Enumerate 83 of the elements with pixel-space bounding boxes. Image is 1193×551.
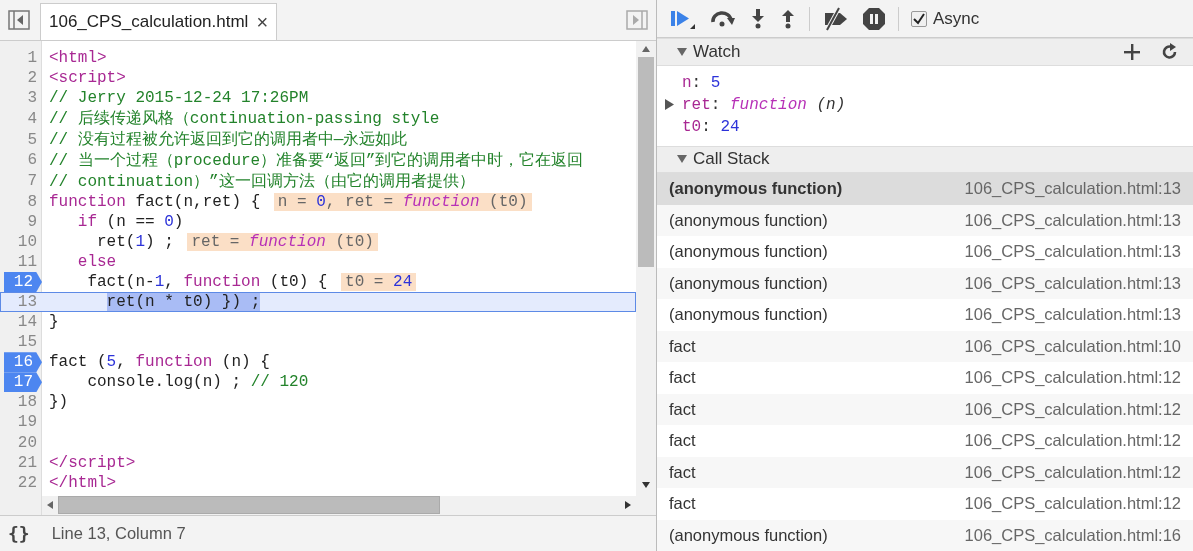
cursor-position: Line 13, Column 7 xyxy=(51,524,186,543)
line-number[interactable]: 1 xyxy=(27,48,42,69)
code-line: </html> xyxy=(49,473,117,492)
code-line: <script> xyxy=(49,69,126,88)
inline-value: ret = function (t0) xyxy=(187,232,378,251)
toggle-debugger-icon[interactable] xyxy=(626,10,648,30)
call-frame[interactable]: (anonymous function) 106_CPS_calculation.html:13 xyxy=(657,267,1193,299)
call-frame[interactable]: (anonymous function) 106_CPS_calculation.html:13 xyxy=(657,204,1193,236)
breakpoint-marker[interactable]: 12 xyxy=(3,272,42,293)
line-number[interactable]: 13 xyxy=(17,292,42,313)
code-line: if (n == 0) xyxy=(76,212,184,231)
horizontal-scrollbar[interactable] xyxy=(42,495,636,515)
breakpoint-marker[interactable]: 16 xyxy=(3,352,42,373)
tab-title: 106_CPS_calculation.html xyxy=(49,12,249,32)
vertical-scrollbar[interactable] xyxy=(636,41,656,515)
line-number[interactable]: 22 xyxy=(17,472,42,493)
line-number[interactable]: 15 xyxy=(17,332,42,353)
line-number[interactable]: 5 xyxy=(27,129,42,150)
call-frame[interactable]: (anonymous function) 106_CPS_calculation.html:13 xyxy=(657,299,1193,331)
line-number[interactable]: 11 xyxy=(17,251,42,272)
pretty-print-button[interactable]: {} xyxy=(8,523,30,544)
line-number[interactable]: 9 xyxy=(27,211,42,232)
watch-expression[interactable]: ret: function (n) xyxy=(682,93,846,116)
call-frame[interactable]: fact 106_CPS_calculation.html:12 xyxy=(657,362,1193,394)
line-number[interactable]: 6 xyxy=(27,150,42,171)
pause-on-exceptions-icon[interactable] xyxy=(862,6,886,31)
call-frame[interactable]: fact 106_CPS_calculation.html:12 xyxy=(657,456,1193,488)
breakpoint-marker[interactable]: 17 xyxy=(3,372,42,393)
line-number[interactable]: 14 xyxy=(17,312,42,333)
code-line: function fact(n,ret) { xyxy=(49,192,262,211)
line-number[interactable]: 20 xyxy=(17,432,42,453)
triangle-icon[interactable] xyxy=(677,154,687,165)
expand-icon[interactable] xyxy=(665,99,674,111)
inline-value: t0 = 24 xyxy=(341,273,417,292)
watch-header[interactable]: Watch xyxy=(657,38,1193,66)
code-line: <html> xyxy=(49,49,107,68)
call-frame[interactable]: fact 106_CPS_calculation.html:10 xyxy=(657,330,1193,362)
code-line: } xyxy=(49,313,59,332)
async-checkbox[interactable] xyxy=(911,10,927,27)
line-number[interactable]: 10 xyxy=(17,231,42,252)
scroll-left-icon[interactable] xyxy=(47,501,53,510)
section-title: Watch xyxy=(693,41,741,62)
code-line: console.log(n) ; // 120 xyxy=(86,373,309,392)
call-frame[interactable]: (anonymous function) 106_CPS_calculation.html:13 xyxy=(657,173,1193,205)
scroll-right-icon[interactable] xyxy=(625,501,631,510)
line-number[interactable]: 4 xyxy=(27,108,42,129)
triangle-icon[interactable] xyxy=(677,46,687,57)
code-line: fact (5, function (n) { xyxy=(49,353,270,372)
call-frame[interactable]: (anonymous function) 106_CPS_calculation.html:13 xyxy=(657,236,1193,268)
line-number[interactable]: 7 xyxy=(27,171,42,192)
call-frame[interactable]: (anonymous function) 106_CPS_calculation.html:16 xyxy=(657,519,1193,551)
watch-expression[interactable]: t0: 24 xyxy=(682,115,740,138)
watch-expression[interactable]: n: 5 xyxy=(682,71,721,94)
close-icon[interactable]: × xyxy=(256,10,269,34)
code-line: </script> xyxy=(49,453,136,472)
add-icon[interactable] xyxy=(1123,42,1141,61)
file-tab[interactable]: 106_CPS_calculation.html × xyxy=(40,3,278,40)
scroll-down-icon[interactable] xyxy=(642,482,650,488)
code-line: // 没有过程被允许返回到它的调用者中—永远如此 xyxy=(49,129,408,151)
code-line: }) xyxy=(49,393,69,412)
inline-value: n = 0, ret = function (t0) xyxy=(273,192,532,211)
scroll-up-icon[interactable] xyxy=(642,46,650,52)
line-number[interactable]: 19 xyxy=(17,412,42,433)
call-frame[interactable]: fact 106_CPS_calculation.html:12 xyxy=(657,425,1193,457)
refresh-icon[interactable] xyxy=(1161,42,1179,61)
code-line: // 当一个过程（procedure）准备要“返回”到它的调用者中时，它在返回 xyxy=(49,150,584,171)
code-line: ret(1) ; xyxy=(96,232,175,251)
section-title: Call Stack xyxy=(693,149,770,170)
code-line: // 后续传递风格（continuation-passing style xyxy=(49,108,440,130)
code-line: else xyxy=(76,252,117,271)
line-number[interactable]: 18 xyxy=(17,392,42,413)
line-number[interactable]: 8 xyxy=(27,191,42,212)
toggle-navigator-icon[interactable] xyxy=(8,10,30,30)
call-frame[interactable]: fact 106_CPS_calculation.html:12 xyxy=(657,488,1193,520)
line-number[interactable]: 3 xyxy=(27,88,42,109)
line-number[interactable]: 2 xyxy=(27,68,42,89)
code-line: // continuation）”这一回调方法（由它的调用者提供） xyxy=(49,171,475,192)
line-number[interactable]: 21 xyxy=(17,452,42,473)
call-stack-header[interactable]: Call Stack xyxy=(657,145,1193,173)
async-label[interactable]: Async xyxy=(933,8,980,29)
code-line: fact(n-1, function (t0) { xyxy=(86,273,329,292)
call-frame[interactable]: fact 106_CPS_calculation.html:12 xyxy=(657,393,1193,425)
code-line: // Jerry 2015-12-24 17:26PM xyxy=(49,89,309,108)
